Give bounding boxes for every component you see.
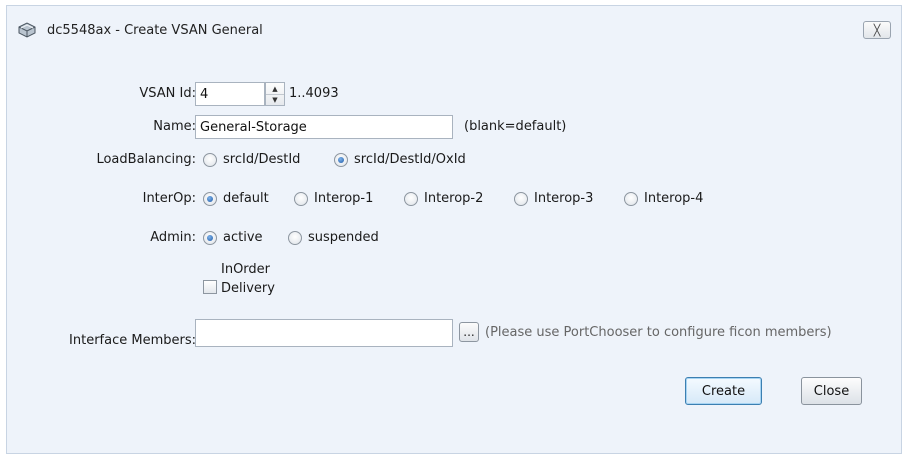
create-vsan-dialog: dc5548ax - Create VSAN General ╳ VSAN Id…: [6, 5, 902, 454]
vsan-id-input[interactable]: [195, 82, 265, 106]
admin-option-label: suspended: [308, 230, 379, 245]
switch-device-icon: [17, 21, 37, 39]
radio-admin-suspended[interactable]: [288, 231, 302, 245]
radio-interop-1[interactable]: [294, 192, 308, 206]
interop-option-label: Interop-2: [424, 191, 484, 206]
interop-option-label: default: [223, 191, 269, 206]
spin-down-arrow-icon[interactable]: ▼: [266, 94, 284, 105]
radio-interop-3[interactable]: [514, 192, 528, 206]
radio-interop-default[interactable]: [203, 192, 217, 206]
create-button[interactable]: Create: [685, 377, 762, 405]
radio-admin-active[interactable]: [203, 231, 217, 245]
load-balancing-option-label: srcId/DestId/OxId: [354, 152, 466, 167]
interop-option-label: Interop-3: [534, 191, 594, 206]
interop-label: InterOp:: [142, 191, 196, 206]
load-balancing-option-label: srcId/DestId: [223, 152, 301, 167]
interface-members-input[interactable]: [195, 319, 453, 347]
load-balancing-label: LoadBalancing:: [96, 152, 196, 167]
in-order-delivery-label-line2: Delivery: [221, 281, 275, 296]
radio-interop-2[interactable]: [404, 192, 418, 206]
in-order-delivery-checkbox[interactable]: [203, 280, 217, 294]
close-button[interactable]: Close: [801, 377, 862, 405]
in-order-delivery-label-line1: InOrder: [221, 262, 271, 277]
close-icon: ╳: [873, 23, 881, 37]
port-chooser-button[interactable]: ...: [459, 322, 479, 342]
interface-members-label: Interface Members:: [69, 333, 196, 348]
vsan-id-stepper[interactable]: ▲ ▼: [265, 82, 285, 106]
name-hint: (blank=default): [464, 119, 567, 134]
admin-option-label: active: [223, 230, 263, 245]
name-label: Name:: [153, 119, 196, 134]
radio-load-balancing-srcid-destid[interactable]: [203, 153, 217, 167]
admin-label: Admin:: [150, 230, 196, 245]
interface-members-hint: (Please use PortChooser to configure fic…: [485, 325, 832, 340]
interop-option-label: Interop-1: [314, 191, 374, 206]
name-input[interactable]: [195, 115, 453, 139]
vsan-id-range: 1..4093: [289, 86, 339, 101]
radio-interop-4[interactable]: [624, 192, 638, 206]
close-window-button[interactable]: ╳: [863, 21, 891, 39]
interop-option-label: Interop-4: [644, 191, 704, 206]
window-title: dc5548ax - Create VSAN General: [47, 23, 263, 38]
title-bar: dc5548ax - Create VSAN General ╳: [7, 6, 901, 52]
vsan-id-label: VSAN Id:: [139, 86, 196, 101]
radio-load-balancing-srcid-destid-oxid[interactable]: [334, 153, 348, 167]
